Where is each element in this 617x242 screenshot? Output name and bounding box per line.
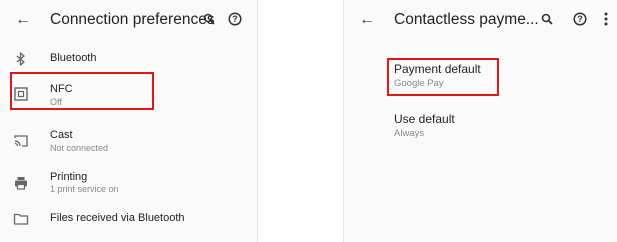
item-title: Bluetooth bbox=[50, 52, 97, 64]
svg-text:?: ? bbox=[232, 14, 238, 24]
list-item-cast[interactable]: Cast Not connected bbox=[0, 124, 257, 156]
search-icon[interactable] bbox=[203, 12, 215, 30]
item-title: Cast bbox=[50, 129, 73, 141]
app-bar: ← Connection preferences ? bbox=[0, 0, 257, 40]
back-arrow-icon[interactable]: ← bbox=[359, 10, 375, 30]
cast-icon bbox=[13, 133, 29, 149]
contactless-payments-panel: ← Contactless payme... ? Payment default… bbox=[343, 0, 617, 242]
bluetooth-icon bbox=[13, 51, 29, 67]
item-subtitle: 1 print service on bbox=[50, 184, 119, 194]
item-subtitle: Always bbox=[394, 128, 425, 139]
search-icon[interactable] bbox=[541, 12, 553, 30]
app-bar: ← Contactless payme... ? bbox=[344, 0, 617, 40]
connection-preferences-panel: ← Connection preferences ? Bluetooth NFC… bbox=[0, 0, 258, 242]
list-item-use-default[interactable]: Use default Always bbox=[394, 112, 455, 140]
help-icon[interactable]: ? bbox=[573, 12, 587, 31]
print-icon bbox=[13, 175, 29, 191]
back-arrow-icon[interactable]: ← bbox=[15, 10, 31, 30]
item-title: Printing bbox=[50, 171, 88, 183]
item-subtitle: Not connected bbox=[50, 143, 109, 153]
list-item-bluetooth[interactable]: Bluetooth bbox=[0, 45, 257, 71]
list-item-files-received[interactable]: Files received via Bluetooth bbox=[0, 206, 257, 230]
highlight-box-nfc bbox=[10, 72, 154, 110]
list-item-printing[interactable]: Printing 1 print service on bbox=[0, 167, 257, 199]
highlight-box-payment-default bbox=[387, 58, 499, 96]
folder-icon bbox=[13, 211, 29, 227]
item-title: Use default bbox=[394, 112, 455, 126]
help-icon[interactable]: ? bbox=[228, 12, 242, 31]
page-title: Connection preferences bbox=[50, 11, 215, 28]
svg-text:?: ? bbox=[577, 14, 583, 24]
page-title: Contactless payme... bbox=[394, 11, 539, 28]
item-title: Files received via Bluetooth bbox=[50, 212, 185, 224]
more-vert-icon[interactable] bbox=[603, 12, 609, 31]
